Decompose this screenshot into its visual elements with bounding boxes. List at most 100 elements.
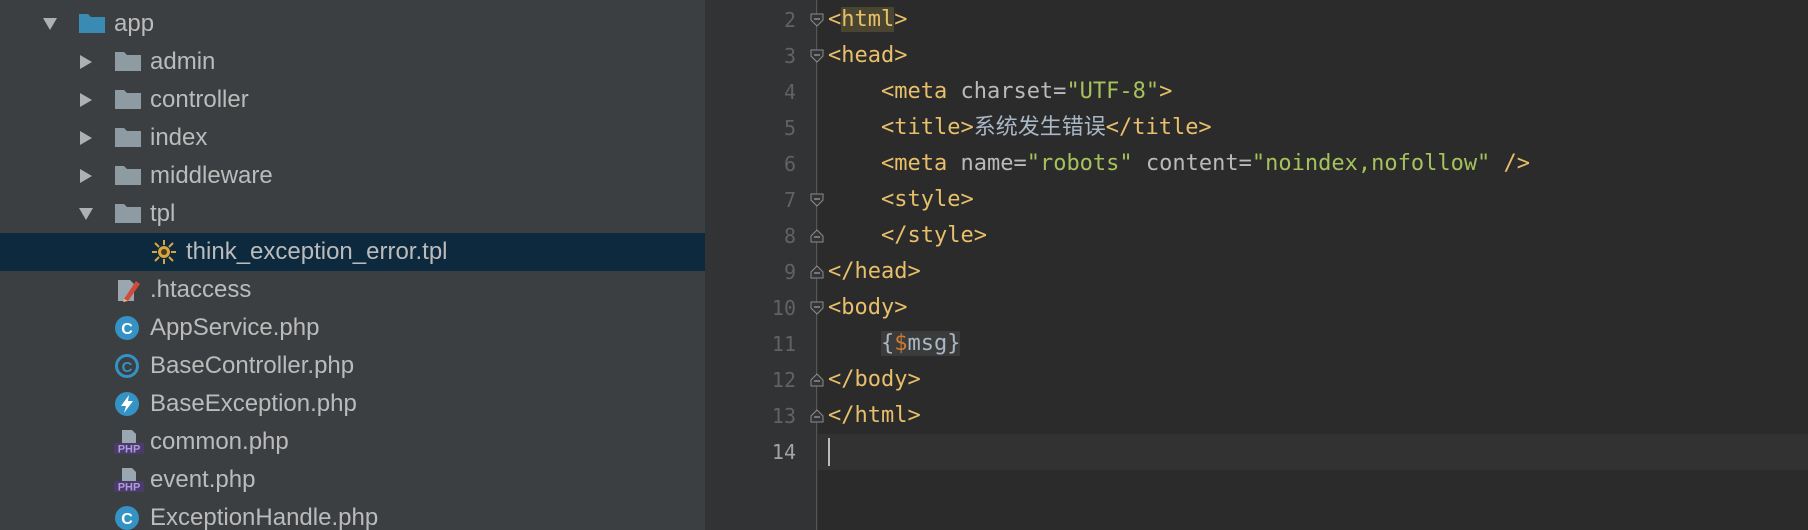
tree-item-tpl[interactable]: tpl	[0, 195, 705, 233]
tree-item-label: admin	[150, 48, 216, 75]
fold-open-icon[interactable]	[809, 192, 825, 208]
code-token: </html>	[828, 403, 921, 428]
tree-item-exceptionhandle-php[interactable]: C ExceptionHandle.php	[0, 499, 705, 530]
template-file-icon	[150, 239, 178, 265]
code-token: </body>	[828, 367, 921, 392]
line-number: 6	[783, 152, 796, 176]
tree-item-label: index	[150, 124, 208, 151]
code-line-12[interactable]: </body>	[828, 362, 921, 398]
code-token: </style>	[880, 223, 987, 248]
folder-icon	[114, 87, 142, 113]
code-token: msg	[907, 331, 948, 356]
code-token: "noindex,nofollow"	[1251, 151, 1491, 176]
chevron-down-icon[interactable]	[78, 195, 94, 233]
tree-item-common-php[interactable]: PHP common.php	[0, 423, 705, 461]
tree-item-label: app	[114, 10, 155, 37]
chevron-right-icon[interactable]	[78, 43, 94, 81]
code-token: meta	[894, 151, 948, 176]
tree-item-index[interactable]: index	[0, 119, 705, 157]
fold-open-icon[interactable]	[809, 12, 825, 28]
tree-item-label: AppService.php	[150, 314, 320, 341]
code-line-10[interactable]: <body>	[828, 290, 907, 326]
code-token: "robots"	[1026, 151, 1133, 176]
fold-close-icon[interactable]	[809, 264, 825, 280]
chevron-right-icon[interactable]	[78, 119, 94, 157]
tree-item-basecontroller-php[interactable]: C BaseController.php	[0, 347, 705, 385]
tree-item-label: middleware	[150, 162, 273, 189]
line-number: 3	[783, 44, 796, 68]
tree-item-admin[interactable]: admin	[0, 43, 705, 81]
folder-icon	[114, 125, 142, 151]
code-editor[interactable]: 2 3 4 5 6 7 8 9 10 11 12 13 14 <html> <h…	[705, 0, 1808, 530]
tree-item-label: think_exception_error.tpl	[186, 238, 448, 265]
code-line-7[interactable]: <style>	[828, 182, 974, 218]
tree-item-app[interactable]: app	[0, 5, 705, 43]
tree-item-htaccess[interactable]: .htaccess	[0, 271, 705, 309]
chevron-down-icon[interactable]	[42, 5, 58, 43]
code-token: >	[894, 7, 908, 32]
code-token: <	[880, 151, 895, 176]
code-token: <head>	[828, 43, 908, 68]
tree-item-baseexception-php[interactable]: BaseException.php	[0, 385, 705, 423]
line-number: 10	[771, 296, 796, 320]
code-line-4[interactable]: <meta charset="UTF-8">	[828, 74, 1172, 110]
tree-item-label: common.php	[150, 428, 289, 455]
fold-open-icon[interactable]	[809, 48, 825, 64]
php-file-icon: PHP	[114, 467, 144, 493]
code-token-highlighted: html	[841, 7, 895, 32]
code-line-11[interactable]: {$msg}	[828, 326, 961, 362]
tree-item-label: tpl	[150, 200, 176, 227]
code-token: "UTF-8"	[1066, 79, 1160, 104]
tree-item-label: controller	[150, 86, 249, 113]
class-icon: C	[114, 315, 142, 341]
line-number-current: 14	[771, 440, 796, 464]
code-token: name=	[947, 151, 1027, 176]
code-token: />	[1490, 151, 1531, 176]
line-number: 11	[771, 332, 796, 356]
code-line-2[interactable]: <html>	[828, 2, 907, 38]
fold-open-icon[interactable]	[809, 300, 825, 316]
fold-close-icon[interactable]	[809, 372, 825, 388]
code-token: <style>	[880, 187, 974, 212]
line-number: 9	[783, 260, 796, 284]
line-number: 7	[783, 188, 796, 212]
code-token: charset=	[947, 79, 1067, 104]
code-line-9[interactable]: </head>	[828, 254, 921, 290]
fold-close-icon[interactable]	[809, 408, 825, 424]
code-token: <title>	[880, 115, 974, 140]
code-token: <body>	[828, 295, 908, 320]
folder-icon	[78, 11, 106, 37]
line-number: 2	[783, 8, 796, 32]
code-token: 系统发生错误	[973, 115, 1106, 140]
fold-close-icon[interactable]	[809, 228, 825, 244]
tree-item-controller[interactable]: controller	[0, 81, 705, 119]
code-token: }	[947, 331, 961, 356]
svg-text:PHP: PHP	[118, 444, 141, 456]
exception-class-icon	[114, 391, 142, 417]
tree-item-label: BaseException.php	[150, 390, 357, 417]
class-icon: C	[114, 505, 142, 530]
chevron-right-icon[interactable]	[78, 81, 94, 119]
code-line-3[interactable]: <head>	[828, 38, 907, 74]
folder-icon	[114, 49, 142, 75]
code-token: <	[828, 7, 842, 32]
line-number: 13	[771, 404, 796, 428]
code-line-6[interactable]: <meta name="robots" content="noindex,nof…	[828, 146, 1530, 182]
code-line-8[interactable]: </style>	[828, 218, 987, 254]
tree-item-label: ExceptionHandle.php	[150, 504, 379, 530]
code-line-5[interactable]: <title>系统发生错误</title>	[828, 110, 1212, 146]
code-line-13[interactable]: </html>	[828, 398, 921, 434]
code-token: <	[880, 79, 895, 104]
line-number: 12	[771, 368, 796, 392]
code-token: content=	[1132, 151, 1252, 176]
project-tree-panel: app admin controller index middleware tp…	[0, 0, 705, 530]
tree-item-middleware[interactable]: middleware	[0, 157, 705, 195]
tree-item-appservice-php[interactable]: C AppService.php	[0, 309, 705, 347]
tree-item-label: event.php	[150, 466, 256, 493]
tree-item-label: .htaccess	[150, 276, 252, 303]
code-token: {	[880, 331, 895, 356]
tree-item-think-exception-error-tpl[interactable]: think_exception_error.tpl	[0, 233, 705, 271]
chevron-right-icon[interactable]	[78, 157, 94, 195]
line-number: 5	[783, 116, 796, 140]
tree-item-event-php[interactable]: PHP event.php	[0, 461, 705, 499]
